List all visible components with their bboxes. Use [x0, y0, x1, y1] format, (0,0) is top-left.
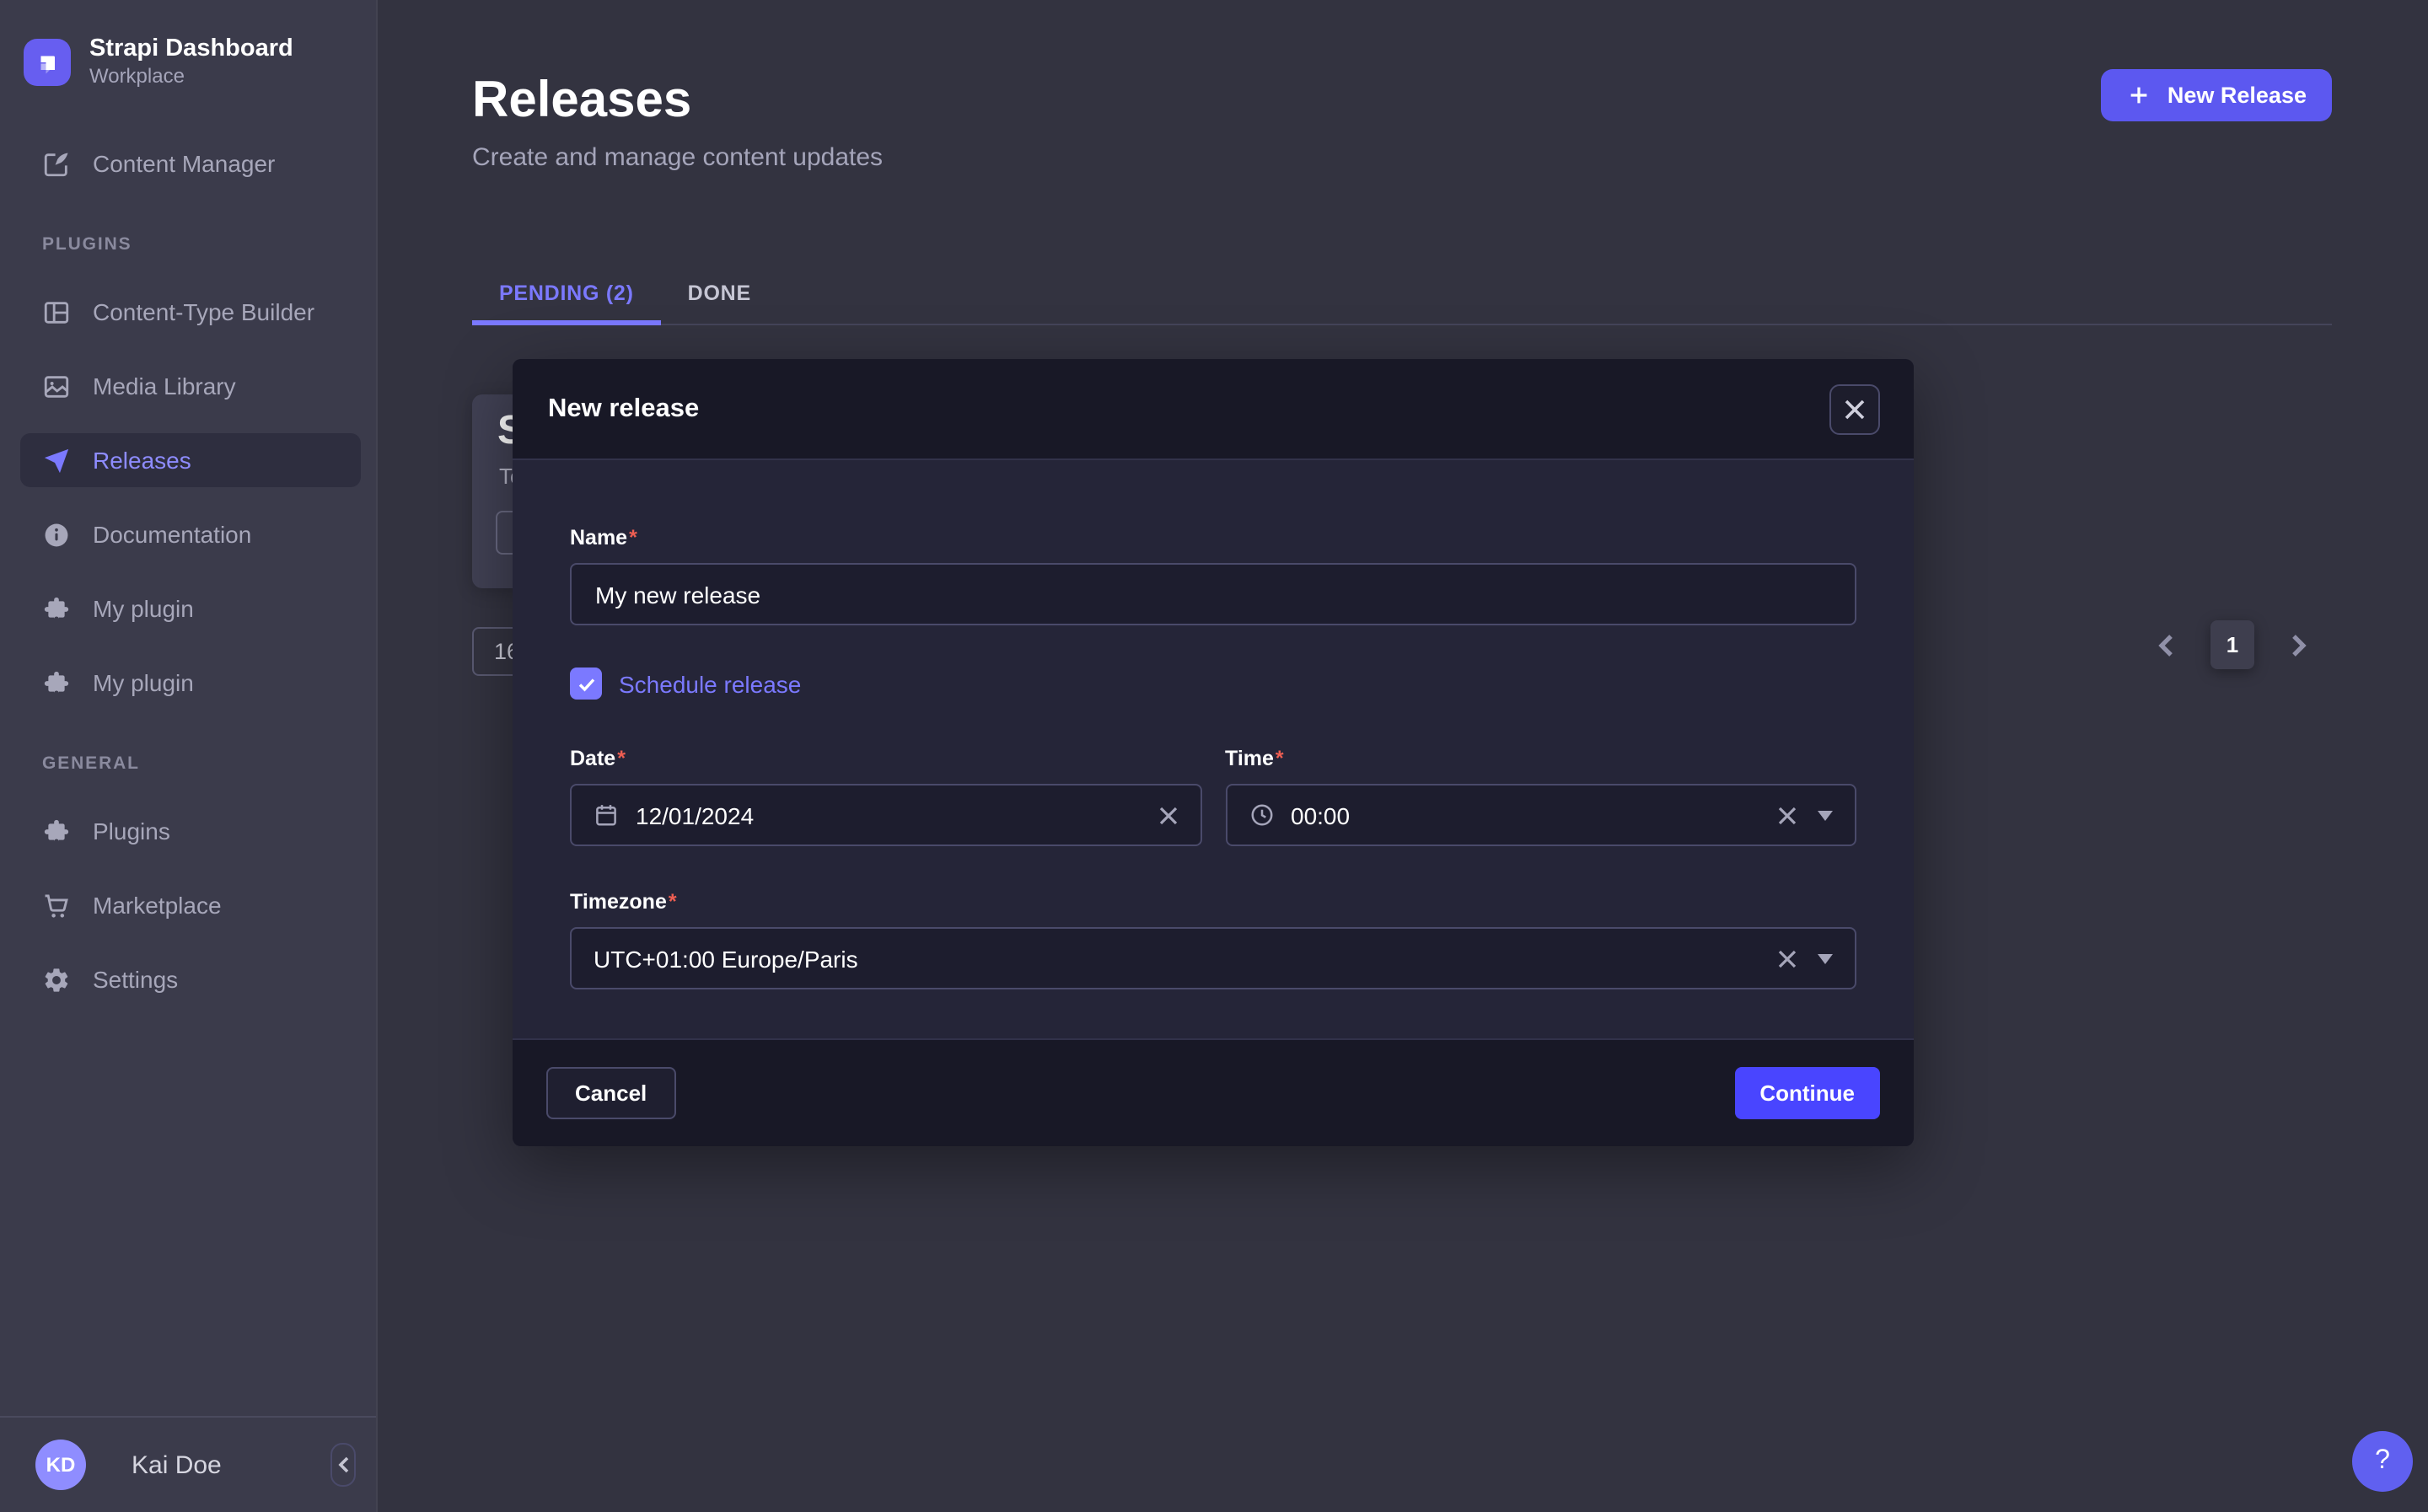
sidebar-item-media-library[interactable]: Media Library: [20, 359, 361, 413]
date-value: 12/01/2024: [636, 802, 755, 828]
timezone-select[interactable]: UTC+01:00 Europe/Paris: [570, 927, 1856, 989]
tabs: PENDING (2) DONE: [472, 268, 2332, 325]
required-asterisk: *: [1275, 747, 1284, 770]
sidebar-section-general: GENERAL: [42, 753, 140, 774]
modal-body: Name* Schedule release Date*: [513, 460, 1914, 1038]
workspace-title: Strapi Dashboard: [89, 35, 293, 62]
checkbox-checked-icon[interactable]: [570, 668, 602, 700]
avatar[interactable]: KD: [35, 1440, 86, 1490]
sidebar-item-my-plugin-2[interactable]: My plugin: [20, 656, 361, 710]
name-label: Name *: [570, 526, 637, 550]
plus-icon: [2127, 83, 2152, 108]
page-subtitle: Create and manage content updates: [472, 143, 884, 172]
name-input[interactable]: [570, 563, 1856, 625]
modal-close-button[interactable]: [1829, 383, 1880, 434]
clear-icon[interactable]: [1777, 948, 1797, 968]
new-release-button[interactable]: New Release: [2101, 69, 2332, 121]
required-asterisk: *: [629, 526, 637, 550]
sidebar-collapse-button[interactable]: [330, 1443, 356, 1487]
strapi-logo-icon: [24, 39, 71, 86]
cart-icon: [42, 891, 71, 920]
pagination: 1: [2155, 620, 2310, 669]
timezone-field-group: Timezone * UTC+01:00 Europe/Paris: [570, 890, 1856, 989]
required-asterisk: *: [617, 747, 626, 770]
pagination-prev-icon[interactable]: [2155, 631, 2178, 658]
sidebar-item-documentation[interactable]: Documentation: [20, 507, 361, 561]
pagination-next-icon[interactable]: [2286, 631, 2310, 658]
date-picker[interactable]: 12/01/2024: [570, 784, 1201, 846]
sidebar-item-label: Media Library: [93, 373, 236, 399]
sidebar-section-plugins: PLUGINS: [42, 234, 132, 255]
help-button[interactable]: ?: [2352, 1431, 2413, 1492]
sidebar-item-releases[interactable]: Releases: [20, 433, 361, 487]
clear-icon[interactable]: [1777, 805, 1797, 825]
sidebar-item-label: My plugin: [93, 669, 194, 696]
time-value: 00:00: [1291, 802, 1351, 828]
puzzle-icon: [42, 817, 71, 845]
sidebar-nav: Content Manager PLUGINS Content-Type Bui…: [0, 113, 376, 1006]
gear-icon: [42, 965, 71, 994]
sidebar-item-label: Content Manager: [93, 150, 276, 177]
brand-text: Strapi Dashboard Workplace: [89, 35, 293, 89]
chevron-down-icon[interactable]: [1818, 810, 1833, 820]
sidebar-item-label: Marketplace: [93, 892, 222, 919]
modal-footer: Cancel Continue: [513, 1038, 1914, 1146]
strapi-app: Strapi Dashboard Workplace Content Manag…: [0, 0, 2428, 1512]
sidebar-item-content-manager[interactable]: Content Manager: [20, 137, 361, 190]
clock-icon: [1249, 802, 1274, 828]
tab-done[interactable]: DONE: [661, 268, 778, 325]
close-icon: [1845, 399, 1865, 419]
timezone-value: UTC+01:00 Europe/Paris: [594, 945, 858, 972]
clear-icon[interactable]: [1158, 805, 1178, 825]
sidebar-item-label: Releases: [93, 447, 191, 474]
modal-title: New release: [548, 394, 700, 422]
pagination-page-1[interactable]: 1: [2210, 620, 2254, 669]
sidebar-item-marketplace[interactable]: Marketplace: [20, 878, 361, 932]
cancel-button[interactable]: Cancel: [546, 1067, 676, 1119]
date-field-group: Date * 12/01/2024: [570, 747, 1201, 846]
feather-pen-icon: [42, 149, 71, 178]
chevron-left-icon: [336, 1456, 350, 1473]
name-field-group: Name *: [570, 526, 1856, 625]
sidebar-item-label: Documentation: [93, 521, 252, 548]
tab-pending[interactable]: PENDING (2): [472, 268, 661, 325]
puzzle-icon: [42, 668, 71, 697]
puzzle-icon: [42, 594, 71, 623]
date-time-row: Date * 12/01/2024 Time * 00:00: [570, 747, 1856, 846]
date-label: Date *: [570, 747, 626, 770]
timezone-label: Timezone *: [570, 890, 677, 914]
sidebar-user-area: KD Kai Doe: [0, 1416, 376, 1512]
time-picker[interactable]: 00:00: [1225, 784, 1856, 846]
workspace-brand[interactable]: Strapi Dashboard Workplace: [0, 0, 376, 113]
page-title: Releases: [472, 72, 692, 128]
modal-header: New release: [513, 359, 1914, 460]
sidebar-item-label: Settings: [93, 966, 179, 993]
layout-grid-icon: [42, 298, 71, 326]
new-release-modal: New release Name* Schedule release: [513, 359, 1914, 1146]
image-icon: [42, 372, 71, 400]
continue-button[interactable]: Continue: [1734, 1067, 1880, 1119]
schedule-release-label: Schedule release: [619, 670, 802, 697]
sidebar-item-my-plugin-1[interactable]: My plugin: [20, 582, 361, 635]
user-name: Kai Doe: [132, 1450, 222, 1479]
schedule-release-toggle[interactable]: Schedule release: [570, 668, 1856, 700]
workspace-subtitle: Workplace: [89, 64, 185, 88]
sidebar: Strapi Dashboard Workplace Content Manag…: [0, 0, 378, 1512]
sidebar-item-plugins[interactable]: Plugins: [20, 804, 361, 858]
calendar-icon: [594, 802, 619, 828]
required-asterisk: *: [668, 890, 677, 914]
paper-plane-icon: [42, 446, 71, 475]
sidebar-item-label: Plugins: [93, 818, 170, 844]
time-field-group: Time * 00:00: [1225, 747, 1856, 846]
sidebar-item-label: My plugin: [93, 595, 194, 622]
sidebar-item-settings[interactable]: Settings: [20, 952, 361, 1006]
time-label: Time *: [1225, 747, 1284, 770]
sidebar-item-label: Content-Type Builder: [93, 298, 315, 325]
sidebar-item-content-type-builder[interactable]: Content-Type Builder: [20, 285, 361, 339]
info-circle-icon: [42, 520, 71, 549]
chevron-down-icon[interactable]: [1818, 953, 1833, 963]
